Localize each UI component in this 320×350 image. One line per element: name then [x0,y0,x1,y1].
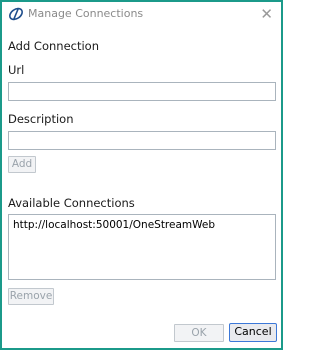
window-title: Manage Connections [28,7,144,20]
cancel-button[interactable]: Cancel [229,323,277,342]
url-input[interactable] [8,82,276,101]
remove-button[interactable]: Remove [8,288,54,305]
manage-connections-dialog: Manage Connections ✕ Add Connection Url … [0,0,283,350]
description-label: Description [8,112,74,126]
description-input[interactable] [8,131,276,150]
title-bar: Manage Connections ✕ [2,2,281,28]
url-label: Url [8,63,25,77]
add-connection-heading: Add Connection [8,39,99,53]
add-button[interactable]: Add [8,156,36,173]
close-icon[interactable]: ✕ [260,7,273,22]
available-connections-heading: Available Connections [8,196,135,210]
connections-list[interactable]: http://localhost:50001/OneStreamWeb [8,214,276,280]
onestream-logo-icon [9,7,23,21]
list-item[interactable]: http://localhost:50001/OneStreamWeb [9,215,275,235]
ok-button[interactable]: OK [174,324,224,342]
